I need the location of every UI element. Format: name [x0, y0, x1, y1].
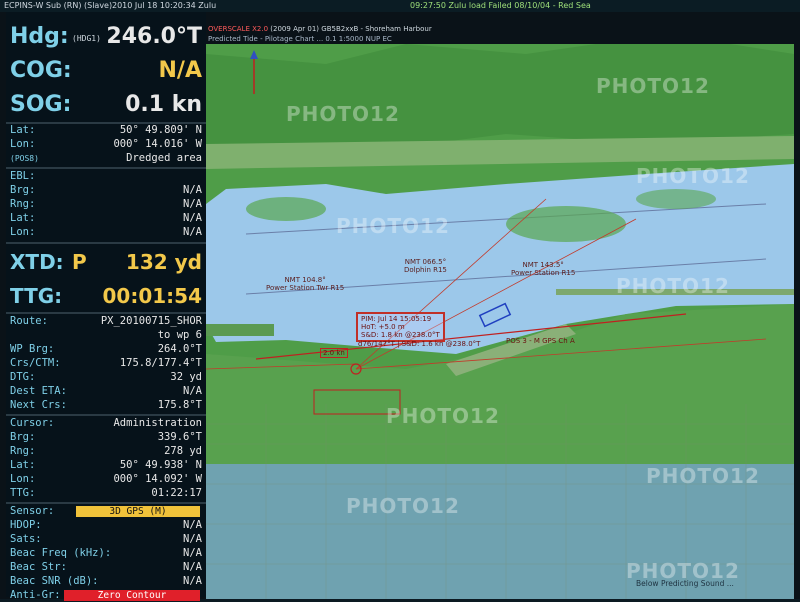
ebl-rng-row: Rng: N/A [10, 198, 202, 210]
beac-snr-row: Beac SNR (dB): N/A [10, 575, 202, 587]
anti-grounding-badge[interactable]: Zero Contour [64, 590, 200, 601]
watermark: PHOTO12 [596, 74, 710, 98]
beac-freq-row: Beac Freq (kHz): N/A [10, 547, 202, 559]
heading-value: 246.0°T [106, 24, 202, 49]
system-datetime: 2010 Jul 18 10:20:34 Zulu [112, 1, 217, 10]
chart-header: OVERSCALE X2.0 (2009 Apr 01) GB5B2xxB - … [206, 24, 794, 44]
heading-source: (HDG1) [72, 34, 101, 43]
title-bar: ECPINS-W Sub (RN) (Slave) 2010 Jul 18 10… [0, 0, 800, 12]
xtd-side: P [72, 250, 87, 274]
watermark: PHOTO12 [636, 164, 750, 188]
route-row[interactable]: Route: PX_20100715_SHOR [10, 315, 202, 328]
ebl-lon-row: Lon: N/A [10, 226, 202, 238]
overscale-indicator: OVERSCALE X2.0 [208, 25, 269, 33]
dtg-row: DTG: 32 yd [10, 371, 202, 383]
navigation-info-panel: Hdg: (HDG1) 246.0°T COG: N/A SOG: 0.1 kn… [6, 12, 206, 601]
watermark: PHOTO12 [286, 102, 400, 126]
ecdis-screen: ECPINS-W Sub (RN) (Slave) 2010 Jul 18 10… [0, 0, 800, 601]
cursor-mode-row[interactable]: Cursor: Administration [10, 417, 202, 430]
bearing-label-c: NMT 143.5° Power Station R15 [511, 261, 576, 277]
own-lat-row: Lat: 50° 49.809' N [10, 124, 202, 136]
divider [6, 167, 206, 169]
route-to-wp: to wp 6 [157, 329, 202, 341]
divider [6, 502, 206, 504]
beac-str-row: Beac Str: N/A [10, 561, 202, 573]
bearing-label-b: NMT 066.5° Dolphin R15 [404, 258, 447, 274]
sats-row: Sats: N/A [10, 533, 202, 545]
ebl-lat-row: Lat: N/A [10, 212, 202, 224]
pim-info-box[interactable]: PIM: Jul 14 15:05:19 HoT: +5.0 m S&D: 1.… [356, 312, 445, 342]
own-lon-row: Lon: 000° 14.016' W [10, 138, 202, 150]
app-title: ECPINS-W Sub (RN) (Slave) [4, 1, 113, 10]
watermark: PHOTO12 [336, 214, 450, 238]
watermark: PHOTO12 [616, 274, 730, 298]
divider [6, 242, 206, 244]
chart-footer: Below Predicting Sound ... [636, 579, 734, 588]
cog-value: N/A [158, 58, 202, 83]
hdop-row: HDOP: N/A [10, 519, 202, 531]
xtd-label: XTD: [10, 250, 64, 274]
cursor-lon-row: Lon: 000° 14.092' W [10, 473, 202, 485]
xtd-value: 132 yd [125, 250, 202, 274]
sog-value: 0.1 kn [125, 92, 202, 117]
watermark: PHOTO12 [646, 464, 760, 488]
crs-ctm-row: Crs/CTM: 175.8/177.4°T [10, 357, 202, 369]
chart-subheader: Predicted Tide - Pilotage Chart ... 0.1 … [208, 35, 392, 43]
wp-brg-row: WP Brg: 264.0°T [10, 343, 202, 355]
divider [6, 414, 206, 416]
ttg-label: TTG: [10, 284, 63, 308]
ebl-header: EBL: [10, 170, 36, 182]
next-crs-row: Next Crs: 175.8°T [10, 399, 202, 411]
heading-label: Hdg: [10, 24, 69, 49]
cursor-rng-row: Rng: 278 yd [10, 445, 202, 457]
ttg-value: 00:01:54 [102, 284, 203, 308]
bearing-readout: d76/147°T | S&D: 1.6 kn @238.0°T [358, 340, 481, 348]
position-source-label: POS 3 - M GPS Ch A [506, 337, 575, 345]
dest-eta-row: Dest ETA: N/A [10, 385, 202, 397]
watermark: PHOTO12 [346, 494, 460, 518]
position-area-row: (POS8) Dredged area [10, 152, 202, 164]
sensor-badge[interactable]: 3D GPS (M) [76, 506, 200, 517]
watermark: PHOTO12 [386, 404, 500, 428]
bearing-label-a: NMT 104.8° Power Station Twr R15 [266, 276, 345, 292]
ebl-brg-row: Brg: N/A [10, 184, 202, 196]
chart-title: (2009 Apr 01) GB5B2xxB - Shoreham Harbou… [270, 25, 432, 33]
nautical-chart-view[interactable]: PHOTO12 PHOTO12 PHOTO12 PHOTO12 PHOTO12 … [206, 24, 794, 599]
divider [6, 312, 206, 314]
sog-label: SOG: [10, 92, 72, 117]
cursor-lat-row: Lat: 50° 49.938' N [10, 459, 202, 471]
status-message: 09:27:50 Zulu load Failed 08/10/04 - Red… [410, 1, 591, 10]
cursor-brg-row: Brg: 339.6°T [10, 431, 202, 443]
speed-tag: 2.0 kn [320, 348, 348, 358]
cursor-ttg-row: TTG: 01:22:17 [10, 487, 202, 499]
cog-label: COG: [10, 58, 72, 83]
